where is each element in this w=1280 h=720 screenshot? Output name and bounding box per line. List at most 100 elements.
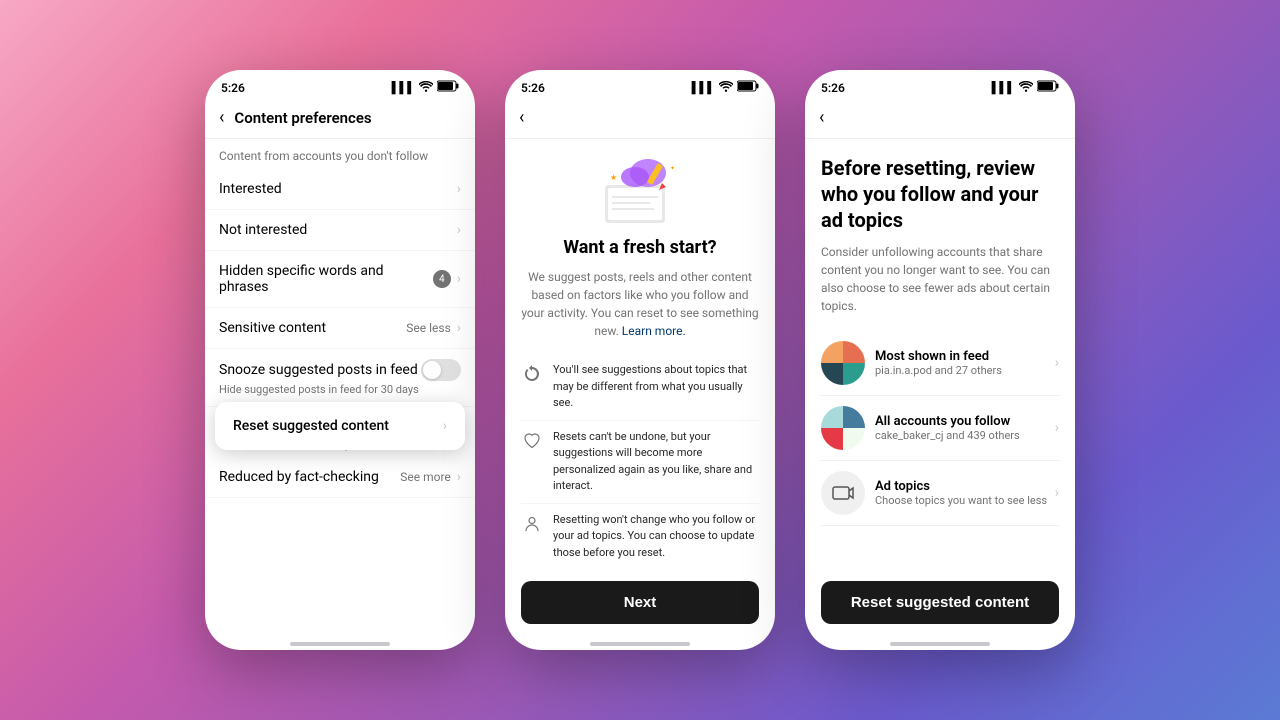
section-label-1: Content from accounts you don't follow bbox=[205, 139, 475, 169]
signal-icon-3: ▌▌▌ bbox=[992, 81, 1015, 94]
nav-title-1: Content preferences bbox=[234, 109, 371, 127]
time-2: 5:26 bbox=[521, 81, 545, 95]
phone-3-content: Before resetting, review who you follow … bbox=[805, 139, 1075, 569]
fresh-start-title: Want a fresh start? bbox=[563, 237, 716, 258]
bullet-text-2: Resetting won't change who you follow or… bbox=[553, 512, 759, 562]
account-avatar-1 bbox=[821, 406, 865, 450]
account-item-2[interactable]: Ad topics Choose topics you want to see … bbox=[821, 461, 1059, 526]
account-info-2: Ad topics Choose topics you want to see … bbox=[875, 479, 1055, 507]
account-sub-0: pia.in.a.pod and 27 others bbox=[875, 364, 1055, 377]
chevron-icon-interested: › bbox=[457, 181, 461, 197]
snooze-title: Snooze suggested posts in feed bbox=[219, 362, 418, 378]
account-title-0: Most shown in feed bbox=[875, 349, 1055, 364]
phone-1: 5:26 ▌▌▌ ‹ Content preferences Content f… bbox=[205, 70, 475, 650]
menu-item-not-interested[interactable]: Not interested › bbox=[205, 210, 475, 251]
menu-item-fact-checking-label: Reduced by fact-checking bbox=[219, 469, 379, 485]
menu-item-fact-checking[interactable]: Reduced by fact-checking See more › bbox=[205, 457, 475, 498]
wifi-icon-3 bbox=[1019, 81, 1033, 95]
back-button-1[interactable]: ‹ bbox=[219, 107, 224, 128]
account-info-0: Most shown in feed pia.in.a.pod and 27 o… bbox=[875, 349, 1055, 377]
account-title-2: Ad topics bbox=[875, 479, 1055, 494]
phone-2-bottom-bar: Next bbox=[505, 569, 775, 636]
review-desc: Consider unfollowing accounts that share… bbox=[821, 243, 1059, 315]
fresh-start-illustration: ★ ✦ bbox=[590, 155, 690, 225]
avatar-cell-1-1 bbox=[843, 406, 865, 428]
refresh-icon bbox=[521, 363, 543, 385]
next-button[interactable]: Next bbox=[521, 581, 759, 624]
account-item-1[interactable]: All accounts you follow cake_baker_cj an… bbox=[821, 396, 1059, 461]
avatar-cell-0-2 bbox=[821, 363, 843, 385]
battery-icon-3 bbox=[1037, 80, 1059, 95]
avatar-grid-0 bbox=[821, 341, 865, 385]
menu-item-interested-label: Interested bbox=[219, 181, 282, 197]
see-more-label: See more bbox=[400, 470, 451, 484]
home-bar-3 bbox=[890, 642, 990, 646]
nav-header-1: ‹ Content preferences bbox=[205, 101, 475, 139]
back-button-2[interactable]: ‹ bbox=[519, 107, 524, 128]
status-bar-3: 5:26 ▌▌▌ bbox=[805, 70, 1075, 101]
account-info-1: All accounts you follow cake_baker_cj an… bbox=[875, 414, 1055, 442]
menu-item-sensitive-label: Sensitive content bbox=[219, 320, 326, 336]
phone-2: 5:26 ▌▌▌ ‹ bbox=[505, 70, 775, 650]
review-title: Before resetting, review who you follow … bbox=[821, 155, 1059, 233]
avatar-cell-1-0 bbox=[821, 406, 843, 428]
back-button-3[interactable]: ‹ bbox=[819, 107, 824, 128]
reset-popup-text: Reset suggested content bbox=[233, 418, 389, 434]
avatar-cell-0-1 bbox=[843, 341, 865, 363]
reset-button[interactable]: Reset suggested content bbox=[821, 581, 1059, 624]
snooze-subtitle: Hide suggested posts in feed for 30 days bbox=[219, 383, 461, 396]
learn-more-link[interactable]: Learn more. bbox=[622, 324, 686, 338]
chevron-icon-sensitive: › bbox=[457, 320, 461, 336]
menu-item-not-interested-right: › bbox=[457, 222, 461, 238]
avatar-cell-0-0 bbox=[821, 341, 843, 363]
account-sub-2: Choose topics you want to see less bbox=[875, 494, 1055, 507]
person-icon bbox=[521, 513, 543, 535]
phone-2-content: ★ ✦ Want a fresh start? We suggest posts… bbox=[505, 139, 775, 569]
bullet-list: You'll see suggestions about topics that… bbox=[521, 354, 759, 569]
avatar-cell-1-2 bbox=[821, 428, 843, 450]
chevron-icon-not-interested: › bbox=[457, 222, 461, 238]
svg-text:✦: ✦ bbox=[670, 165, 675, 172]
wifi-icon bbox=[419, 81, 433, 95]
reset-popup-item[interactable]: Reset suggested content › bbox=[215, 402, 465, 450]
home-indicator-1 bbox=[205, 636, 475, 650]
see-less-label: See less bbox=[406, 321, 451, 335]
bullet-item-1: Resets can't be undone, but your suggest… bbox=[521, 421, 759, 504]
chevron-icon-account-1: › bbox=[1055, 420, 1059, 436]
account-title-1: All accounts you follow bbox=[875, 414, 1055, 429]
menu-item-hidden-words-right: 4 › bbox=[433, 270, 461, 288]
status-icons-3: ▌▌▌ bbox=[992, 80, 1059, 95]
snooze-toggle[interactable] bbox=[421, 359, 461, 381]
home-bar-1 bbox=[290, 642, 390, 646]
snooze-item: Snooze suggested posts in feed Hide sugg… bbox=[205, 349, 475, 407]
avatar-grid-1 bbox=[821, 406, 865, 450]
phone-3: 5:26 ▌▌▌ ‹ Before resetting, review who … bbox=[805, 70, 1075, 650]
phone-3-bottom-bar: Reset suggested content bbox=[805, 569, 1075, 636]
signal-icon-2: ▌▌▌ bbox=[692, 81, 715, 94]
time-3: 5:26 bbox=[821, 81, 845, 95]
menu-item-sensitive-right: See less › bbox=[406, 320, 461, 336]
chevron-icon-fact-checking: › bbox=[457, 469, 461, 485]
bullet-item-2: Resetting won't change who you follow or… bbox=[521, 504, 759, 570]
bullet-item-0: You'll see suggestions about topics that… bbox=[521, 354, 759, 421]
chevron-icon-account-2: › bbox=[1055, 485, 1059, 501]
status-bar-2: 5:26 ▌▌▌ bbox=[505, 70, 775, 101]
account-item-0[interactable]: Most shown in feed pia.in.a.pod and 27 o… bbox=[821, 331, 1059, 396]
avatar-cell-0-3 bbox=[843, 363, 865, 385]
menu-item-sensitive[interactable]: Sensitive content See less › bbox=[205, 308, 475, 349]
svg-text:★: ★ bbox=[610, 173, 617, 182]
menu-item-interested[interactable]: Interested › bbox=[205, 169, 475, 210]
battery-icon bbox=[437, 80, 459, 95]
menu-item-not-interested-label: Not interested bbox=[219, 222, 307, 238]
chevron-icon-account-0: › bbox=[1055, 355, 1059, 371]
reset-popup[interactable]: Reset suggested content › bbox=[215, 402, 465, 450]
fresh-start-desc: We suggest posts, reels and other conten… bbox=[521, 268, 759, 340]
menu-item-fact-checking-right: See more › bbox=[400, 469, 461, 485]
status-icons-2: ▌▌▌ bbox=[692, 80, 759, 95]
home-bar-2 bbox=[590, 642, 690, 646]
nav-header-3: ‹ bbox=[805, 101, 1075, 139]
menu-item-hidden-words[interactable]: Hidden specific words and phrases 4 › bbox=[205, 251, 475, 308]
bullet-text-1: Resets can't be undone, but your suggest… bbox=[553, 429, 759, 495]
status-icons-1: ▌▌▌ bbox=[392, 80, 459, 95]
bullet-text-0: You'll see suggestions about topics that… bbox=[553, 362, 759, 412]
